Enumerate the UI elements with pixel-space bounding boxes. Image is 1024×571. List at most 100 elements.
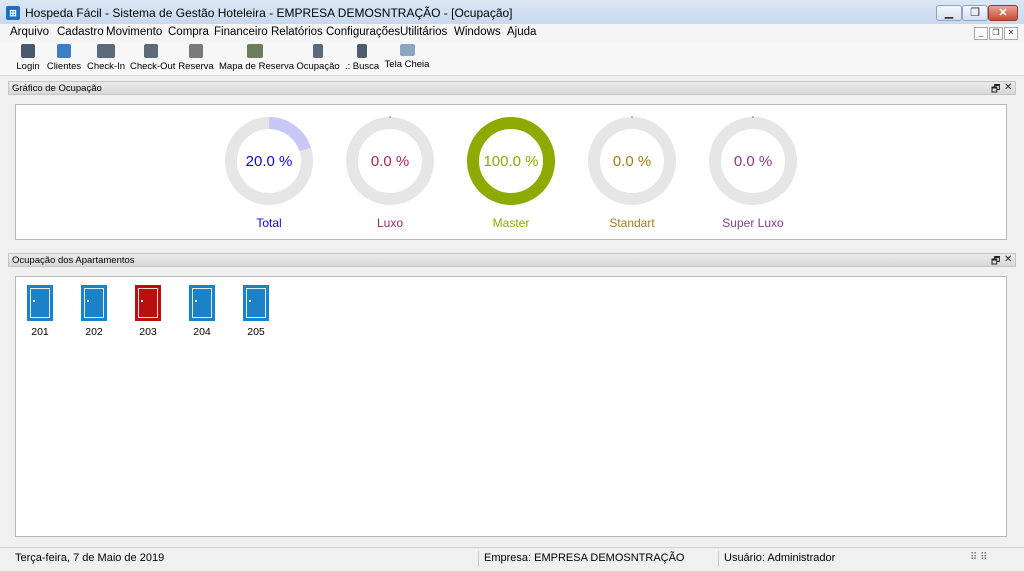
menu-configuracoes[interactable]: Configurações [326, 26, 400, 38]
mapa-reserva-label: Mapa de Reserva [219, 61, 294, 72]
user-login-icon [21, 44, 35, 58]
menu-cadastro[interactable]: Cadastro [57, 26, 104, 38]
gauge-value: 0.0 % [612, 153, 652, 170]
check-out-button[interactable]: Check-Out [130, 43, 176, 73]
status-separator [478, 551, 479, 566]
mdi-close-button[interactable]: ✕ [1004, 27, 1018, 40]
gauge-standart: 0.0 % Standart [577, 115, 687, 230]
door-icon[interactable] [243, 285, 269, 321]
clients-icon [57, 44, 71, 58]
door-knob [87, 300, 89, 302]
resize-grip-icon[interactable]: ⠿ ⠿ [970, 552, 987, 563]
busca-label: .: Busca [344, 61, 380, 72]
door-icon[interactable] [189, 285, 215, 321]
status-date: Terça-feira, 7 de Maio de 2019 [15, 552, 165, 564]
check-in-icon [97, 44, 115, 58]
check-in-button[interactable]: Check-In [87, 43, 125, 73]
gauge-luxo: 0.0 % Luxo [335, 115, 445, 230]
tela-cheia-button[interactable]: Tela Cheia [384, 43, 430, 73]
login-button[interactable]: Login [14, 43, 42, 73]
maximize-icon: ❐ [970, 7, 980, 19]
door-knob [141, 300, 143, 302]
login-label: Login [16, 61, 40, 72]
room-204[interactable]: 204 [182, 285, 222, 338]
gauge-value: 0.0 % [733, 153, 773, 170]
room-205[interactable]: 205 [236, 285, 276, 338]
door-frame [192, 288, 212, 318]
occupancy-chart-title: Gráfico de Ocupação [12, 83, 102, 94]
mdi-minimize-button[interactable]: _ [974, 27, 988, 40]
busca-button[interactable]: .: Busca [344, 43, 380, 73]
room-number: 204 [193, 326, 211, 338]
door-knob [33, 300, 35, 302]
menu-bar: Arquivo Cadastro Movimento Compra Financ… [0, 24, 1024, 41]
door-knob [249, 300, 251, 302]
window-title: Hospeda Fácil - Sistema de Gestão Hotele… [25, 6, 513, 20]
reserva-button[interactable]: Reserva [178, 43, 214, 73]
room-number: 203 [139, 326, 157, 338]
occupancy-chart-body: 20.0 % Total 0.0 % Luxo 100.0 % Master 0.0 % St… [15, 104, 1007, 240]
search-icon [357, 44, 367, 58]
building-icon [313, 44, 323, 58]
menu-ajuda[interactable]: Ajuda [507, 26, 536, 38]
door-icon[interactable] [135, 285, 161, 321]
close-icon[interactable]: ✕ [1004, 254, 1012, 265]
room-201[interactable]: 201 [20, 285, 60, 338]
room-203[interactable]: 203 [128, 285, 168, 338]
clients-label: Clientes [46, 61, 82, 72]
door-icon[interactable] [27, 285, 53, 321]
ocupacao-label: Ocupação [296, 61, 340, 72]
minimize-button[interactable]: ▁ [936, 5, 962, 21]
gauge-label: Super Luxo [722, 216, 784, 230]
toolbar: Login Clientes Check-In Check-Out Reserv… [0, 41, 1024, 76]
check-out-icon [144, 44, 158, 58]
close-icon[interactable]: ✕ [1004, 82, 1012, 93]
rooms-panel-title: Ocupação dos Apartamentos [12, 255, 135, 266]
menu-relatorios[interactable]: Relatórios [271, 26, 323, 38]
maximize-button[interactable]: ❐ [962, 5, 988, 21]
gauge-master: 100.0 % Master [456, 115, 566, 230]
check-in-label: Check-In [87, 61, 126, 72]
close-button[interactable]: ✕ [988, 5, 1018, 21]
occupancy-chart-header: Gráfico de Ocupação 🗗 ✕ [8, 81, 1016, 95]
menu-financeiro[interactable]: Financeiro [214, 26, 268, 38]
menu-compra[interactable]: Compra [168, 26, 209, 38]
mapa-reserva-button[interactable]: Mapa de Reserva [219, 43, 294, 73]
calendar-icon [189, 44, 203, 58]
gauge-label: Standart [609, 216, 655, 230]
tela-cheia-label: Tela Cheia [384, 59, 430, 70]
restore-icon[interactable]: 🗗 [991, 254, 1000, 271]
restore-icon[interactable]: 🗗 [991, 82, 1000, 99]
door-knob [195, 300, 197, 302]
close-icon: ✕ [998, 7, 1008, 19]
room-number: 201 [31, 326, 49, 338]
gauge-label: Master [492, 216, 530, 230]
minimize-icon: ▁ [944, 7, 954, 19]
mdi-restore-button[interactable]: ❐ [989, 27, 1003, 40]
status-user: Usuário: Administrador [724, 552, 836, 564]
fullscreen-icon [399, 44, 415, 56]
room-202[interactable]: 202 [74, 285, 114, 338]
door-frame [84, 288, 104, 318]
menu-windows[interactable]: Windows [454, 26, 501, 38]
gauge-label: Total [256, 216, 282, 230]
check-out-label: Check-Out [130, 61, 176, 72]
gauge-value: 0.0 % [370, 153, 410, 170]
door-icon[interactable] [81, 285, 107, 321]
gauge-value: 20.0 % [245, 153, 293, 170]
status-company: Empresa: EMPRESA DEMOSNTRAÇÃO [484, 552, 685, 564]
menu-arquivo[interactable]: Arquivo [10, 26, 49, 38]
status-separator [718, 551, 719, 566]
map-icon [247, 44, 263, 58]
title-bar: ⊞ Hospeda Fácil - Sistema de Gestão Hote… [0, 0, 1024, 25]
hotel-app-icon[interactable]: ⊞ [6, 6, 20, 20]
gauge-label: Luxo [376, 216, 404, 230]
gauge-value: 100.0 % [483, 153, 539, 170]
menu-movimento[interactable]: Movimento [106, 26, 162, 38]
door-frame [138, 288, 158, 318]
menu-utilitarios[interactable]: Utilitários [400, 26, 447, 38]
gauge-total: 20.0 % Total [214, 115, 324, 230]
clients-button[interactable]: Clientes [46, 43, 82, 73]
ocupacao-button[interactable]: Ocupação [296, 43, 340, 73]
room-number: 205 [247, 326, 265, 338]
